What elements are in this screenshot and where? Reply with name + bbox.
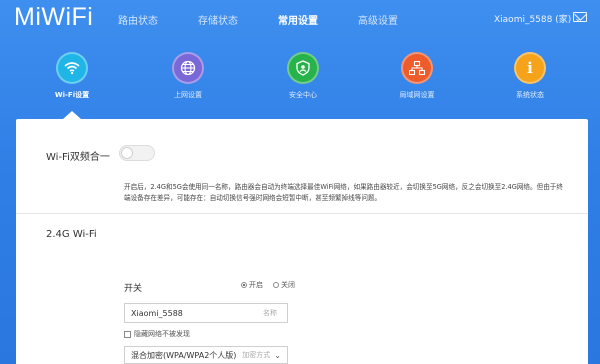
- radio-on-label: 开启: [249, 281, 263, 289]
- info-icon: i: [514, 52, 546, 84]
- dual-band-description: 开启后，2.4G和5G会使用同一名称，路由器会自动为终端选择最佳WiFi网络，如…: [124, 183, 563, 202]
- icon-item-label: Wi-Fi设置: [54, 91, 90, 99]
- toggle-knob: [121, 147, 133, 159]
- encryption-select[interactable]: 混合加密(WPA/WPA2个人版) 加密方式 ⌄: [124, 346, 288, 364]
- section-divider: [16, 213, 588, 214]
- nav-storage-status[interactable]: 存储状态: [198, 12, 238, 27]
- encryption-value: 混合加密(WPA/WPA2个人版): [131, 350, 237, 360]
- settings-icon-row: Wi-Fi设置 上网设置 安全中心 局域网设置 i 系统状态: [0, 52, 600, 112]
- network-icon: [401, 52, 433, 84]
- radio-off-label: 关闭: [281, 281, 295, 289]
- user-menu[interactable]: Xiaomi_5588 (家) ⌄: [494, 12, 582, 26]
- icon-item-lan-settings[interactable]: 局域网设置: [377, 52, 457, 100]
- shield-icon: [287, 52, 319, 84]
- icon-item-system-status[interactable]: i 系统状态: [490, 52, 570, 100]
- wifi-settings-panel: Wi-Fi双频合一 开启后，2.4G和5G会使用同一名称，路由器会自动为终端选择…: [16, 119, 588, 364]
- radio-on[interactable]: 开启: [241, 280, 263, 290]
- user-label: Xiaomi_5588 (家): [494, 15, 572, 25]
- checkbox-box: [124, 330, 131, 338]
- wifi-icon: [56, 52, 88, 84]
- radio-dot: [273, 282, 279, 288]
- nav-router-status[interactable]: 路由状态: [118, 12, 158, 27]
- hide-network-label: 隐藏网络不被发现: [134, 330, 190, 338]
- ssid-input[interactable]: Xiaomi_5588 名称: [124, 303, 288, 323]
- brand-logo: MiWiFi: [14, 3, 94, 31]
- icon-item-label: 系统状态: [516, 91, 544, 99]
- radio-dot: [241, 282, 247, 288]
- ssid-value: Xiaomi_5588: [131, 308, 183, 318]
- icon-item-label: 局域网设置: [399, 91, 435, 99]
- globe-icon: [172, 52, 204, 84]
- dual-band-title: Wi-Fi双频合一: [46, 152, 110, 163]
- switch-radio-group: 开启 关闭: [241, 280, 295, 290]
- nav-advanced-settings[interactable]: 高级设置: [358, 12, 398, 27]
- nav-common-settings[interactable]: 常用设置: [278, 12, 318, 27]
- icon-item-label: 上网设置: [174, 91, 202, 99]
- icon-item-security-center[interactable]: 安全中心: [263, 52, 343, 100]
- ssid-hint: 名称: [263, 309, 277, 317]
- radio-off[interactable]: 关闭: [273, 280, 295, 290]
- main-nav: 路由状态 存储状态 常用设置 高级设置: [118, 12, 438, 27]
- dual-band-toggle[interactable]: [119, 145, 155, 161]
- section-24g-title: 2.4G Wi-Fi: [46, 229, 97, 240]
- icon-item-internet-settings[interactable]: 上网设置: [148, 52, 228, 100]
- icon-item-wifi-settings[interactable]: Wi-Fi设置: [32, 52, 112, 100]
- mail-icon[interactable]: [573, 12, 587, 22]
- switch-label: 开关: [124, 284, 143, 294]
- encryption-hint: 加密方式: [242, 351, 271, 359]
- hide-network-checkbox[interactable]: 隐藏网络不被发现: [124, 329, 190, 339]
- top-bar: MiWiFi 路由状态 存储状态 常用设置 高级设置 Xiaomi_5588 (…: [0, 0, 600, 36]
- icon-item-label: 安全中心: [289, 91, 317, 99]
- active-tab-pointer: [63, 111, 81, 119]
- chevron-down-icon: ⌄: [274, 350, 281, 360]
